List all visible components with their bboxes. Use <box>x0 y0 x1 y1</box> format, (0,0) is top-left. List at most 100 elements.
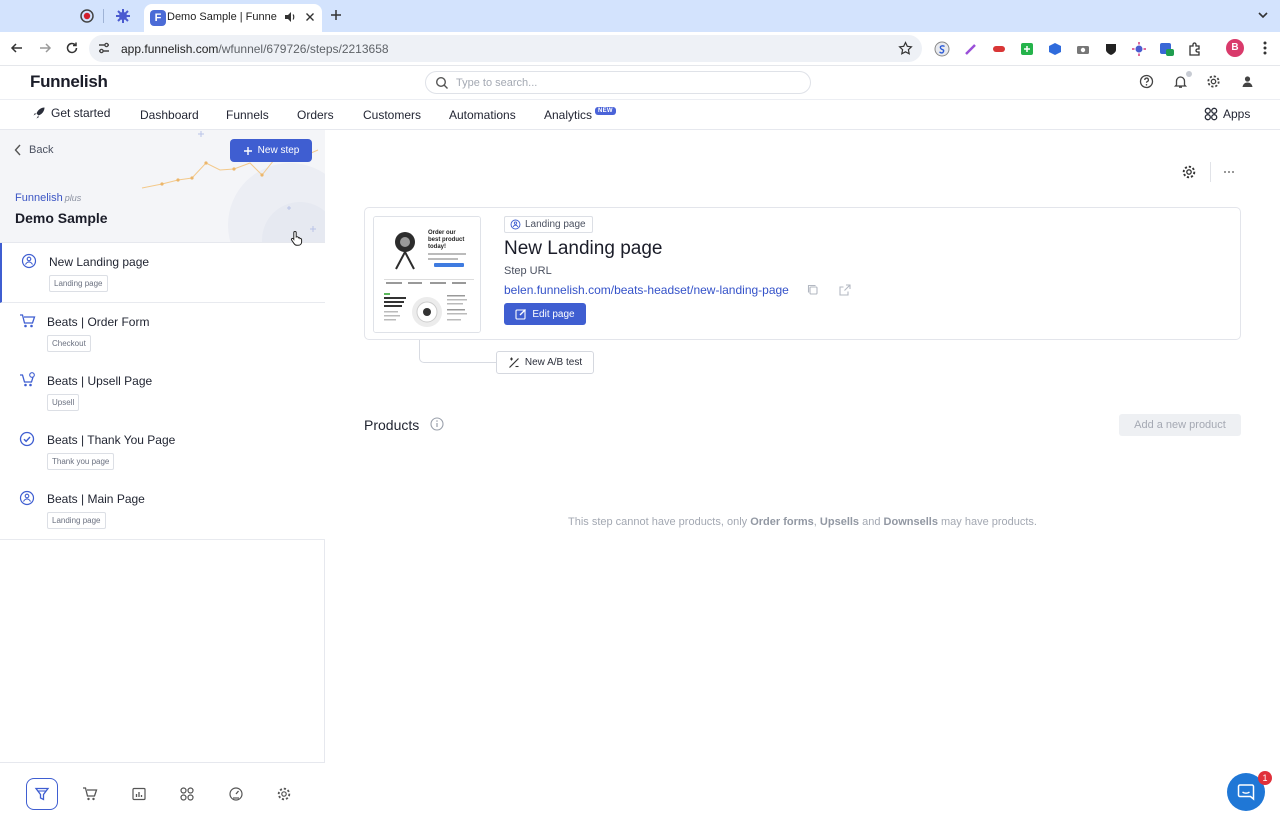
funnel-settings-tab[interactable] <box>268 778 300 810</box>
site-settings-icon[interactable] <box>97 41 111 55</box>
nav-get-started[interactable]: Get started <box>32 106 110 120</box>
url-host: app.funnelish.com <box>121 42 219 56</box>
extension-sun-icon[interactable] <box>1131 41 1147 57</box>
help-icon[interactable] <box>1139 74 1154 89</box>
landing-page-icon <box>510 219 521 230</box>
forward-arrow-icon[interactable] <box>38 41 52 55</box>
add-product-button[interactable]: Add a new product <box>1119 414 1241 436</box>
app-header: Funnelish <box>0 66 1280 100</box>
edit-page-label: Edit page <box>532 308 575 320</box>
step-title: Beats | Thank You Page <box>47 433 176 447</box>
apps-button[interactable]: Apps <box>1204 107 1250 121</box>
audio-icon[interactable] <box>283 10 297 24</box>
step-item-main-page[interactable]: Beats | Main Page Landing page <box>0 480 325 540</box>
settings-gear-icon[interactable] <box>1206 74 1221 89</box>
active-tab[interactable]: F Demo Sample | Funnelish <box>144 4 322 32</box>
empty-upsells: Upsells <box>819 516 860 528</box>
speedometer-icon <box>229 787 243 801</box>
extension-badge-icon[interactable] <box>1159 41 1175 57</box>
record-icon[interactable] <box>79 8 95 24</box>
funnel-steps-tab[interactable] <box>26 778 58 810</box>
funnel-title: Demo Sample <box>15 210 108 226</box>
extension-s-icon[interactable] <box>934 41 950 57</box>
extensions-puzzle-icon[interactable] <box>1187 41 1203 57</box>
step-item-upsell-page[interactable]: Beats | Upsell Page Upsell <box>0 362 325 422</box>
funnelish-logo[interactable]: Funnelish <box>30 72 108 92</box>
copy-icon[interactable] <box>805 282 821 298</box>
nav-funnels[interactable]: Funnels <box>226 108 269 122</box>
plan-name: plus <box>64 193 82 203</box>
step-item-new-landing-page[interactable]: New Landing page Landing page <box>0 243 325 303</box>
products-empty-message: This step cannot have products, only Ord… <box>0 516 1280 528</box>
step-type-tag: Thank you page <box>47 453 115 470</box>
step-card: Order our best product today! Landing pa… <box>364 207 1241 340</box>
user-account-icon[interactable] <box>1240 74 1255 89</box>
global-search[interactable] <box>425 71 811 94</box>
chat-bubble-icon <box>1237 784 1255 801</box>
nav-orders[interactable]: Orders <box>297 108 334 122</box>
url-text: app.funnelish.com/wfunnel/679726/steps/2… <box>121 42 389 56</box>
chevron-down-icon[interactable] <box>1256 8 1270 22</box>
nav-analytics[interactable]: Analytics <box>544 108 592 122</box>
hand-cursor-icon <box>290 230 303 246</box>
external-link-icon[interactable] <box>837 282 853 298</box>
extension-red-icon[interactable] <box>991 41 1007 57</box>
gear-tab-icon[interactable] <box>115 8 131 24</box>
edit-page-button[interactable]: Edit page <box>504 303 586 325</box>
more-options-icon[interactable] <box>1222 164 1236 180</box>
edit-pencil-icon <box>515 309 527 320</box>
step-url-label: Step URL <box>504 265 552 277</box>
nav-dashboard[interactable]: Dashboard <box>140 108 199 122</box>
nav-automations[interactable]: Automations <box>449 108 516 122</box>
step-item-thank-you-page[interactable]: Beats | Thank You Page Thank you page <box>0 421 325 481</box>
address-bar[interactable]: app.funnelish.com/wfunnel/679726/steps/2… <box>89 35 922 62</box>
reload-icon[interactable] <box>65 41 79 55</box>
step-settings-gear-icon[interactable] <box>1181 164 1197 180</box>
notifications-bell-icon[interactable] <box>1173 74 1188 89</box>
apps-tab[interactable] <box>171 778 203 810</box>
step-title: Beats | Order Form <box>47 315 150 329</box>
stats-tab[interactable] <box>123 778 155 810</box>
step-type-tag: Checkout <box>47 335 91 352</box>
extension-green-icon[interactable] <box>1019 41 1035 57</box>
cart-icon <box>20 314 36 328</box>
bookmark-star-icon[interactable] <box>898 41 913 56</box>
step-type-tag: Landing page <box>504 216 593 233</box>
step-title: Beats | Main Page <box>47 492 145 506</box>
products-tab[interactable] <box>74 778 106 810</box>
step-item-order-form[interactable]: Beats | Order Form Checkout <box>0 303 325 363</box>
plus-icon <box>243 146 252 155</box>
new-ab-test-button[interactable]: New A/B test <box>496 351 594 374</box>
apps-grid-icon <box>1204 107 1218 121</box>
info-icon[interactable] <box>430 417 444 431</box>
extension-shield-icon[interactable] <box>1103 41 1119 57</box>
landing-page-icon <box>21 253 37 269</box>
cart-icon <box>83 787 98 801</box>
browser-menu-icon[interactable] <box>1263 40 1267 56</box>
close-tab-icon[interactable] <box>303 10 317 24</box>
browser-toolbar: app.funnelish.com/wfunnel/679726/steps/2… <box>0 32 1280 66</box>
funnel-header: Back New step Funnelish plus Demo Sample <box>0 130 325 243</box>
step-title: Beats | Upsell Page <box>47 374 153 388</box>
automation-tab[interactable] <box>220 778 252 810</box>
search-input[interactable] <box>456 75 796 91</box>
page-thumbnail[interactable]: Order our best product today! <box>373 216 481 333</box>
back-link[interactable]: Back <box>14 144 53 156</box>
extension-pen-icon[interactable] <box>963 41 979 57</box>
extension-cube-icon[interactable] <box>1047 41 1063 57</box>
nav-get-started-label: Get started <box>51 106 111 120</box>
steps-sidebar: Back New step Funnelish plus Demo Sample … <box>0 130 325 825</box>
nav-customers[interactable]: Customers <box>363 108 421 122</box>
extension-camera-icon[interactable] <box>1075 41 1091 57</box>
empty-order-forms: Order forms <box>750 516 814 528</box>
new-step-button[interactable]: New step <box>230 139 312 162</box>
back-label: Back <box>29 144 54 156</box>
step-url-link[interactable]: belen.funnelish.com/beats-headset/new-la… <box>504 283 789 297</box>
profile-avatar[interactable]: B <box>1226 39 1244 57</box>
apps-grid-icon <box>180 787 194 801</box>
thumb-headline-3: today! <box>428 244 446 250</box>
step-title[interactable]: New Landing page <box>504 238 662 260</box>
back-arrow-icon[interactable] <box>10 41 24 55</box>
thumb-headline-2: best product <box>428 237 464 243</box>
new-tab-icon[interactable] <box>329 8 343 22</box>
